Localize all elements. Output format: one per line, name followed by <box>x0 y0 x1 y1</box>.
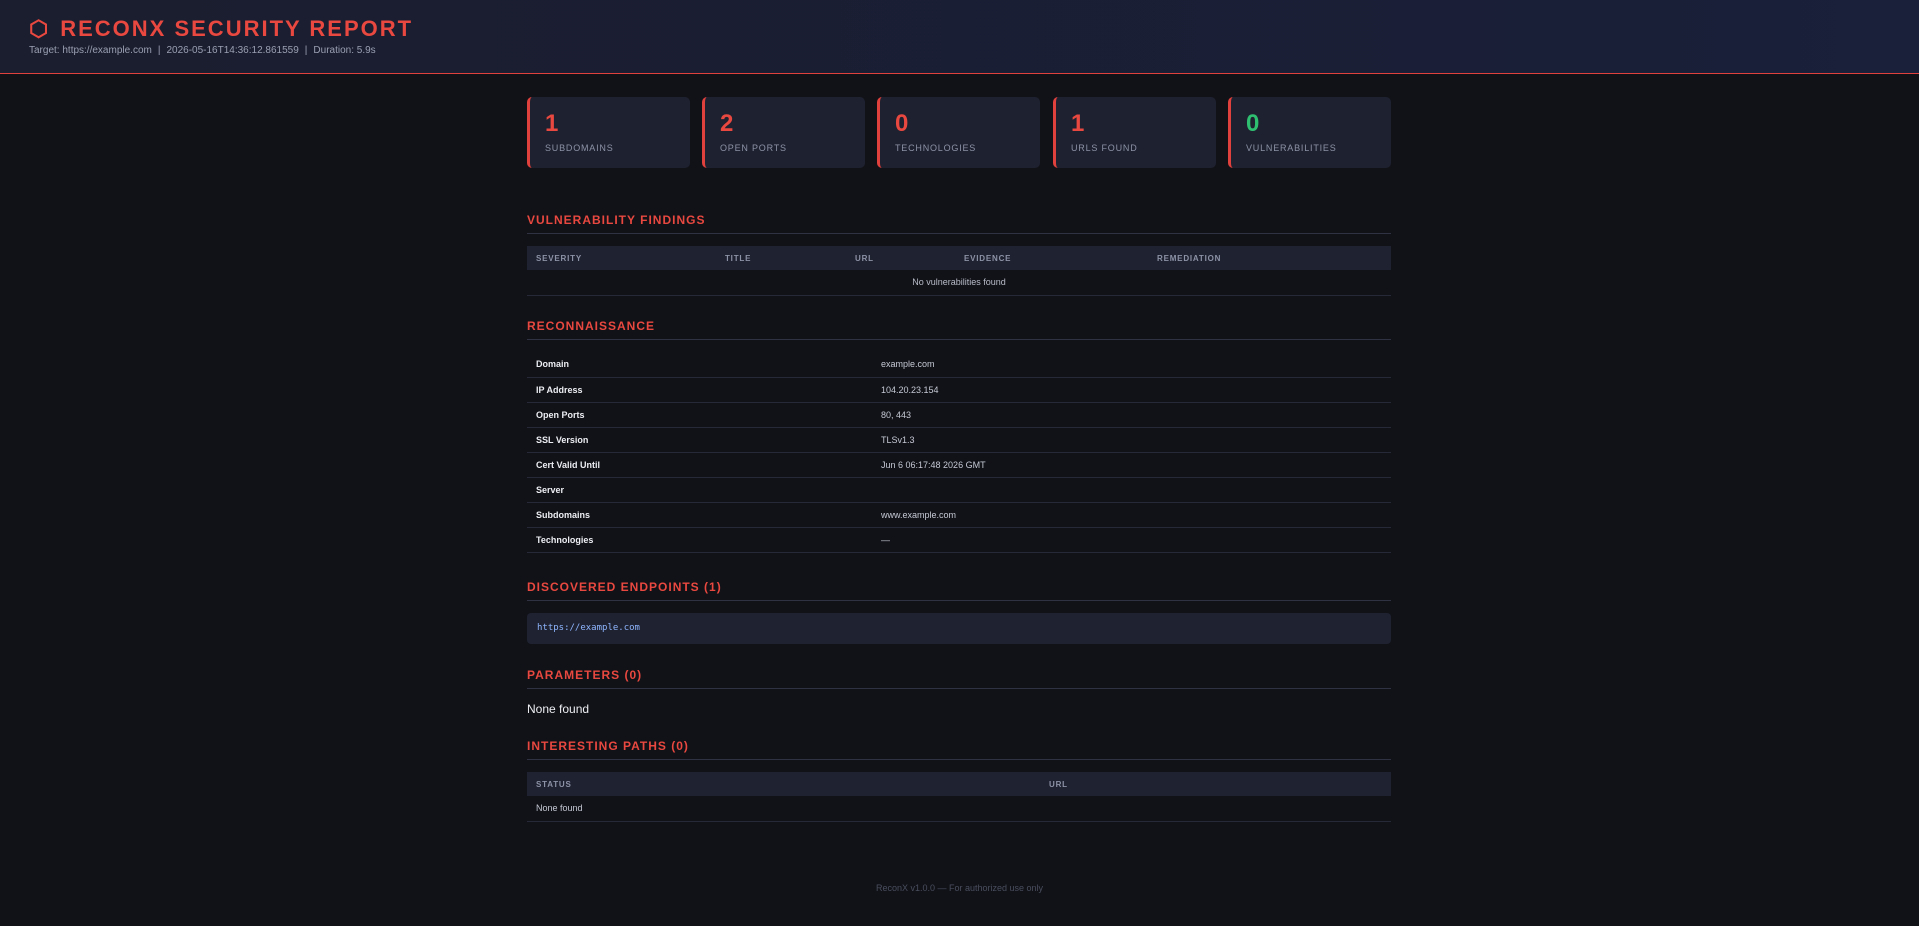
timestamp-text: 2026-05-16T14:36:12.861559 <box>166 45 299 56</box>
footer: ReconX v1.0.0 — For authorized use only <box>875 883 1044 893</box>
recon-value: 80, 443 <box>872 402 1391 428</box>
stat-card-vulnerabilities: 0 VULNERABILITIES <box>1228 97 1391 168</box>
table-row: Open Ports 80, 443 <box>527 402 1391 428</box>
stat-value: 2 <box>720 110 734 137</box>
target-text: Target: https://example.com <box>29 45 152 56</box>
section-title-vulnerabilities: VULNERABILITY FINDINGS <box>527 213 1391 234</box>
hexagon-icon: ⬡ <box>29 16 51 41</box>
recon-key: Subdomains <box>527 502 872 528</box>
recon-key: Open Ports <box>527 402 872 428</box>
stat-label: VULNERABILITIES <box>1246 143 1337 153</box>
column-header: EVIDENCE <box>955 246 1148 270</box>
empty-message: No vulnerabilities found <box>527 270 1391 296</box>
stat-value: 0 <box>1246 110 1260 137</box>
duration-text: Duration: 5.9s <box>313 45 376 56</box>
table-row: Subdomains www.example.com <box>527 502 1391 528</box>
table-row: Technologies — <box>527 527 1391 553</box>
stat-value: 0 <box>895 110 909 137</box>
recon-value: www.example.com <box>872 502 1391 528</box>
report-header: ⬡ RECONX SECURITY REPORT Target: https:/… <box>0 0 1919 74</box>
recon-value: TLSv1.3 <box>872 427 1391 453</box>
section-title-interesting-paths: INTERESTING PATHS (0) <box>527 739 1391 760</box>
stat-label: TECHNOLOGIES <box>895 143 977 153</box>
table-row: Server <box>527 477 1391 503</box>
table-row: Cert Valid Until Jun 6 06:17:48 2026 GMT <box>527 452 1391 478</box>
endpoint-url[interactable]: https://example.com <box>527 613 1391 644</box>
stat-value: 1 <box>1071 110 1085 137</box>
stats-row: 1 SUBDOMAINS 2 OPEN PORTS 0 TECHNOLOGIES… <box>527 97 1391 168</box>
report-meta: Target: https://example.com | 2026-05-16T1… <box>29 45 376 56</box>
recon-value: example.com <box>872 352 1391 378</box>
recon-key: Cert Valid Until <box>527 452 872 478</box>
stat-label: URLS FOUND <box>1071 143 1138 153</box>
stat-label: SUBDOMAINS <box>545 143 614 153</box>
column-header: SEVERITY <box>527 246 716 270</box>
recon-value <box>872 477 1391 503</box>
column-header: STATUS <box>527 772 1040 796</box>
recon-key: Technologies <box>527 527 872 553</box>
table-row: No vulnerabilities found <box>527 270 1391 296</box>
recon-key: SSL Version <box>527 427 872 453</box>
column-header: URL <box>1040 772 1391 796</box>
recon-key: Domain <box>527 352 872 378</box>
stat-card-subdomains: 1 SUBDOMAINS <box>527 97 690 168</box>
recon-value: Jun 6 06:17:48 2026 GMT <box>872 452 1391 478</box>
stat-label: OPEN PORTS <box>720 143 787 153</box>
stat-card-urls-found: 1 URLS FOUND <box>1053 97 1216 168</box>
stat-card-technologies: 0 TECHNOLOGIES <box>877 97 1040 168</box>
table-row: SSL Version TLSv1.3 <box>527 427 1391 453</box>
stat-value: 1 <box>545 110 559 137</box>
section-title-endpoints: DISCOVERED ENDPOINTS (1) <box>527 580 1391 601</box>
table-row: Domain example.com <box>527 352 1391 378</box>
table-row: IP Address 104.20.23.154 <box>527 377 1391 403</box>
recon-key: IP Address <box>527 377 872 403</box>
column-header: URL <box>846 246 955 270</box>
parameters-empty: None found <box>527 702 590 716</box>
column-header: TITLE <box>716 246 846 270</box>
table-row: None found <box>527 796 1391 822</box>
section-title-parameters: PARAMETERS (0) <box>527 668 1391 689</box>
vulnerabilities-table: SEVERITY TITLE URL EVIDENCE REMEDIATION … <box>527 246 1391 296</box>
recon-key: Server <box>527 477 872 503</box>
section-title-reconnaissance: RECONNAISSANCE <box>527 319 1391 340</box>
recon-value: — <box>872 527 1391 553</box>
stat-card-open-ports: 2 OPEN PORTS <box>702 97 865 168</box>
report-title: ⬡ RECONX SECURITY REPORT <box>29 16 413 42</box>
empty-message: None found <box>527 796 1391 822</box>
table-header-row: STATUS URL <box>527 772 1391 796</box>
interesting-paths-table: STATUS URL None found <box>527 772 1391 822</box>
table-header-row: SEVERITY TITLE URL EVIDENCE REMEDIATION <box>527 246 1391 270</box>
column-header: REMEDIATION <box>1148 246 1391 270</box>
report-title-text: RECONX SECURITY REPORT <box>60 16 414 41</box>
reconnaissance-table: Domain example.com IP Address 104.20.23.15… <box>527 352 1391 553</box>
recon-value: 104.20.23.154 <box>872 377 1391 403</box>
